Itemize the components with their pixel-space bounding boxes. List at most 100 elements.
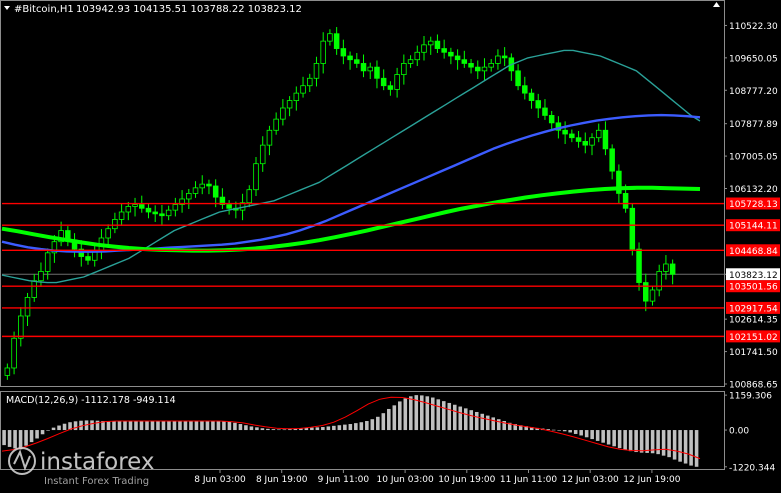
macd-histogram-bar — [255, 427, 259, 431]
macd-histogram-bar — [480, 413, 485, 431]
price-tick-label: 101741.50 — [729, 348, 778, 358]
macd-tick-label: 1159.306 — [729, 392, 772, 402]
macd-histogram-bar — [24, 430, 28, 446]
candle-body — [226, 204, 232, 209]
price-tick-label: 107877.89 — [729, 120, 778, 130]
candle-body — [501, 55, 508, 59]
macd-histogram-bar — [7, 430, 12, 447]
candle-body — [542, 107, 548, 116]
candle-body — [186, 193, 192, 200]
macd-histogram-bar — [628, 430, 633, 452]
level-price-label: 102151.02 — [729, 333, 778, 343]
macd-histogram-bar — [238, 424, 243, 431]
level-price-label: 105728.13 — [729, 200, 778, 210]
price-tick-label: 110522.30 — [729, 22, 778, 32]
macd-histogram-bar — [205, 421, 210, 431]
price-tick-label: 108777.20 — [729, 87, 778, 97]
macd-histogram-bar — [222, 421, 226, 431]
macd-histogram-bar — [463, 408, 468, 431]
macd-histogram-bar — [310, 427, 314, 431]
time-tick-label: 12 Jun 19:00 — [623, 475, 680, 485]
macd-histogram-bar — [420, 395, 424, 431]
candle-body — [475, 66, 481, 72]
macd-histogram-bar — [639, 430, 644, 453]
macd-histogram-bar — [244, 425, 248, 431]
macd-histogram-bar — [645, 430, 649, 453]
macd-histogram-bar — [337, 425, 342, 431]
macd-histogram-bar — [557, 430, 561, 431]
price-tick-label: 100868.65 — [729, 381, 778, 391]
candle-body — [636, 248, 642, 283]
macd-histogram-bar — [491, 417, 496, 431]
macd-histogram-bar — [271, 429, 276, 431]
candle-body — [11, 337, 17, 369]
macd-histogram-bar — [62, 423, 67, 431]
candle-body — [112, 219, 118, 230]
macd-histogram-bar — [606, 430, 611, 445]
macd-histogram-bar — [348, 424, 353, 431]
macd-histogram-bar — [123, 421, 127, 431]
macd-histogram-bar — [474, 411, 479, 431]
macd-histogram-bar — [73, 421, 78, 431]
candle-body — [421, 44, 427, 53]
macd-histogram-bar — [452, 404, 457, 431]
time-tick-label: 9 Jun 11:00 — [318, 475, 370, 485]
candle-body — [643, 282, 649, 302]
macd-histogram-bar — [35, 430, 39, 439]
candle-body — [307, 77, 313, 87]
symbol-label: #Bitcoin,H1 — [14, 4, 74, 15]
macd-histogram-bar — [260, 428, 265, 431]
macd-histogram-bar — [134, 421, 138, 431]
price-tick-label: 103823.12 — [729, 271, 778, 281]
macd-histogram-bar — [343, 424, 347, 431]
candle-body — [441, 48, 447, 53]
candle-body — [132, 204, 138, 207]
macd-histogram-bar — [579, 430, 583, 436]
macd-histogram-bar — [161, 421, 166, 431]
macd-histogram-bar — [667, 430, 671, 458]
candle-body — [286, 100, 293, 109]
candle-body — [199, 183, 205, 189]
macd-histogram-bar — [656, 430, 660, 455]
macd-histogram-bar — [387, 408, 391, 431]
time-tick-label: 12 Jun 03:00 — [562, 475, 619, 485]
macd-histogram-bar — [189, 421, 193, 431]
macd-histogram-bar — [365, 421, 369, 431]
macd-histogram-bar — [441, 401, 446, 431]
candle-body — [212, 185, 219, 198]
macd-histogram-bar — [156, 421, 160, 431]
macd-histogram-bar — [2, 430, 6, 446]
macd-histogram-bar — [211, 421, 215, 431]
candle-body — [454, 55, 461, 61]
macd-histogram-bar — [392, 405, 397, 431]
chart-canvas[interactable]: 110522.30 109650.05 108777.20 107877.89 1070… — [0, 0, 781, 489]
macd-histogram-bar — [683, 430, 688, 464]
macd-histogram-bar — [326, 426, 331, 431]
macd-histogram-bar — [601, 430, 605, 443]
macd-histogram-bar — [694, 430, 699, 467]
macd-histogram-bar — [266, 428, 270, 431]
level-price-label: 104468.84 — [729, 247, 778, 257]
candle-body — [629, 207, 636, 250]
macd-histogram-bar — [689, 430, 693, 466]
macd-histogram-bar — [590, 430, 594, 440]
macd-histogram-bar — [321, 427, 325, 431]
candle-body — [192, 187, 199, 194]
level-price-label: 103501.56 — [729, 283, 778, 293]
candle-body — [535, 100, 541, 109]
candle-body — [313, 63, 320, 79]
candle-body — [548, 115, 555, 124]
candle-body — [595, 129, 602, 139]
candle-body — [374, 66, 380, 79]
macd-histogram-bar — [106, 421, 111, 431]
candle-body — [468, 63, 474, 68]
candle-body — [569, 133, 575, 139]
candle-body — [522, 85, 528, 94]
candle-body — [448, 51, 454, 57]
candle-body — [401, 63, 407, 75]
candle-body — [575, 137, 582, 142]
candle-body — [125, 206, 132, 213]
macd-histogram-bar — [595, 430, 600, 441]
candle-body — [488, 63, 494, 68]
candle-body — [602, 129, 609, 150]
